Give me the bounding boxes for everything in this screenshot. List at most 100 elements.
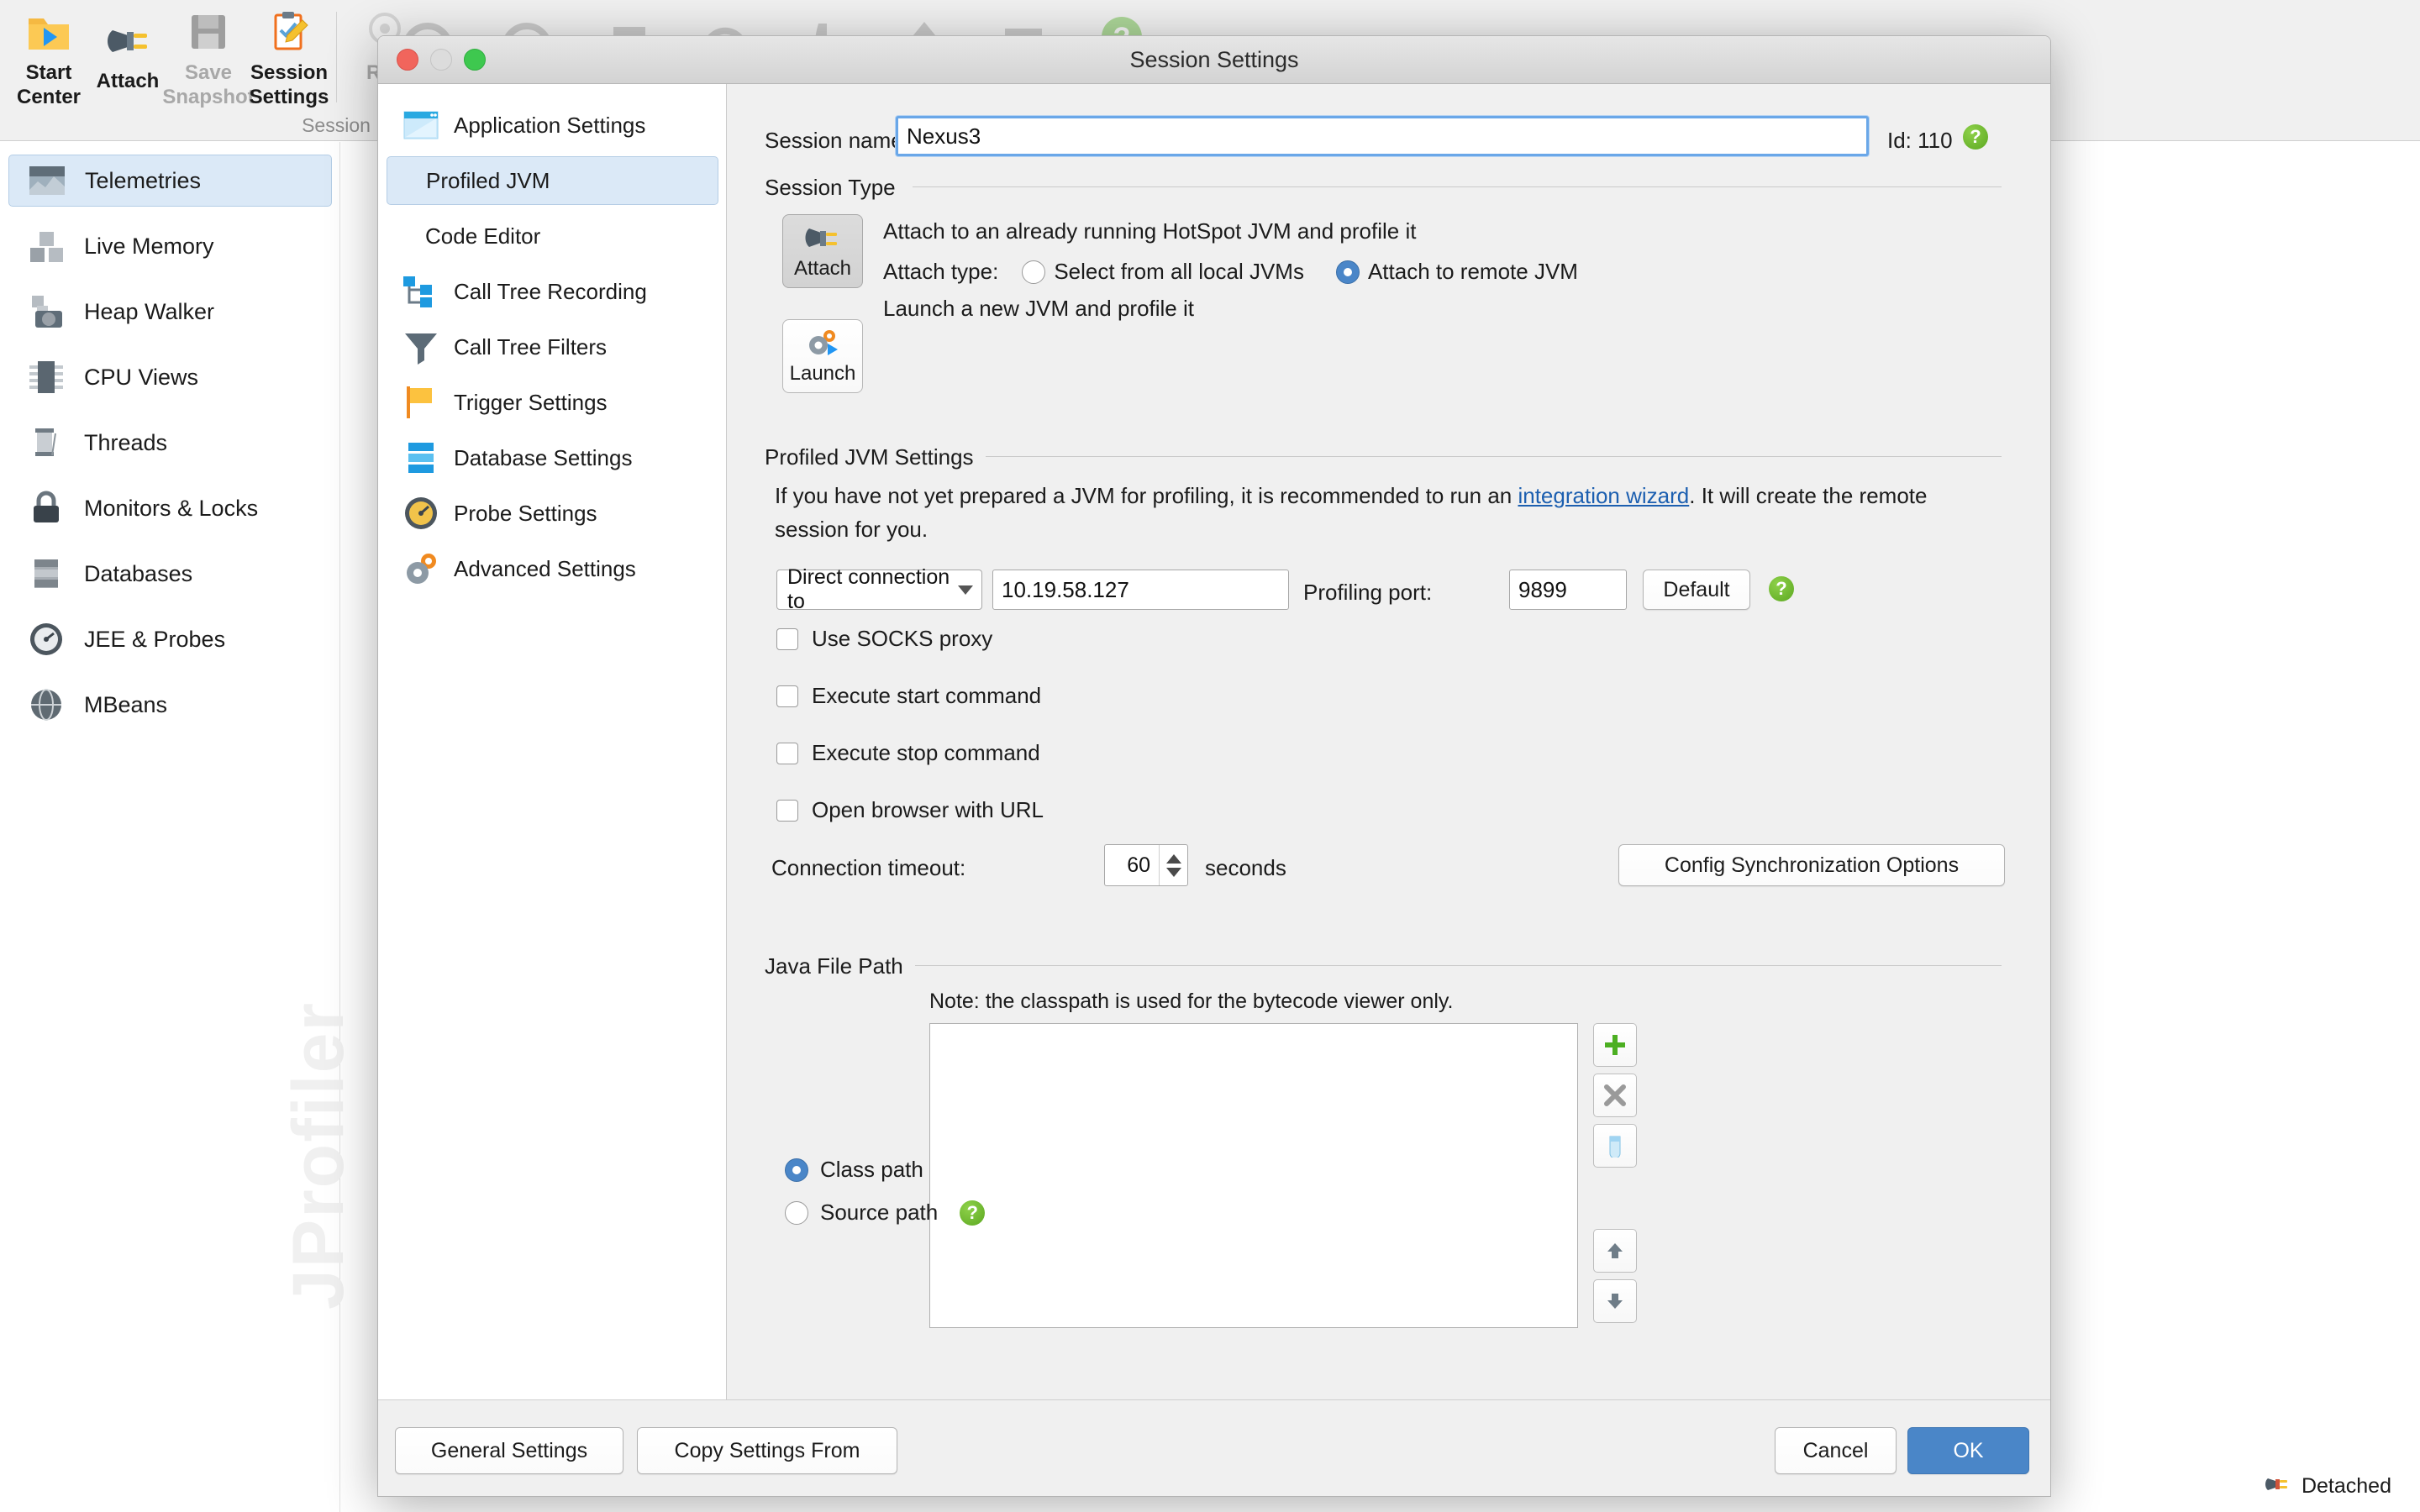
connection-help-icon[interactable]: ? [1769, 576, 1794, 601]
category-advanced-settings[interactable]: Advanced Settings [387, 544, 718, 593]
category-database-settings[interactable]: Database Settings [387, 433, 718, 482]
radio-local-jvms[interactable] [1022, 260, 1046, 284]
move-up-button[interactable] [1593, 1229, 1637, 1273]
category-label: Call Tree Filters [454, 333, 608, 360]
settings-category-list: Application Settings Profiled JVM Code E… [378, 84, 727, 1449]
dialog-titlebar[interactable]: Session Settings [378, 36, 2050, 84]
launch-button-label: Launch [789, 362, 856, 385]
checkbox-box[interactable] [776, 685, 798, 707]
sidebar-item-label: Heap Walker [84, 298, 215, 324]
source-path-help-icon[interactable]: ? [960, 1200, 986, 1226]
classpath-note: Note: the classpath is used for the byte… [929, 990, 1454, 1013]
toolbar-attach[interactable]: Attach [87, 17, 168, 93]
integration-note-part1: If you have not yet prepared a JVM for p… [775, 483, 1518, 508]
launch-session-type-button[interactable]: Launch [782, 319, 863, 393]
checkbox-open-browser-with-url[interactable]: Open browser with URL [776, 797, 1044, 823]
toolbar-start-center[interactable]: Start Center [8, 8, 89, 109]
attach-session-type-button[interactable]: Attach [782, 214, 863, 288]
folder-play-icon [25, 8, 72, 55]
plug-icon [104, 17, 151, 64]
session-name-input[interactable]: Nexus3 [896, 116, 1869, 156]
checkbox-execute-stop-command[interactable]: Execute stop command [776, 740, 1040, 766]
funnel-icon [402, 328, 440, 366]
sidebar-item-live-memory[interactable]: Live Memory [8, 220, 332, 272]
port-default-button[interactable]: Default [1643, 570, 1750, 610]
radio-button[interactable] [785, 1200, 808, 1225]
session-name-help-icon[interactable]: ? [1963, 124, 1988, 150]
config-synchronization-options-button[interactable]: Config Synchronization Options [1618, 844, 2005, 886]
sidebar-item-jee-probes[interactable]: JEE & Probes [8, 613, 332, 665]
cancel-button[interactable]: Cancel [1775, 1427, 1897, 1474]
profiled-jvm-group-title: Profiled JVM Settings [765, 444, 986, 470]
sidebar-item-telemetries[interactable]: Telemetries [8, 155, 332, 207]
close-button[interactable] [397, 49, 418, 71]
connection-type-select[interactable]: Direct connection to [776, 565, 982, 613]
copy-settings-from-button[interactable]: Copy Settings From [637, 1427, 897, 1474]
category-application-settings[interactable]: Application Settings [387, 101, 718, 150]
attach-type-option-local[interactable]: Select from all local JVMs [1022, 259, 1304, 285]
add-jar-button[interactable] [1593, 1124, 1637, 1168]
attach-button-label: Attach [793, 257, 852, 280]
category-profiled-jvm[interactable]: Profiled JVM [387, 156, 718, 205]
sidebar-item-mbeans[interactable]: MBeans [8, 679, 332, 731]
attach-type-option-remote[interactable]: Attach to remote JVM [1335, 259, 1578, 285]
session-settings-dialog: Session Settings Application Settings Pr… [377, 35, 2051, 1497]
checkbox-box[interactable] [776, 799, 798, 822]
toolbar-session-settings[interactable]: Session Settings [249, 8, 329, 109]
radio-button[interactable] [785, 1158, 808, 1182]
spinner-arrows[interactable] [1159, 845, 1187, 885]
toolbar-label: Save Snapshot [162, 61, 255, 108]
category-label: Advanced Settings [454, 555, 636, 581]
radio-class-path[interactable]: Class path [785, 1157, 923, 1183]
jar-icon [1609, 1136, 1621, 1158]
host-input[interactable]: 10.19.58.127 [992, 570, 1289, 610]
category-probe-settings[interactable]: Probe Settings [387, 489, 718, 538]
main-sidebar: Telemetries Live Memory Heap Walker CPU … [0, 142, 359, 1512]
toolbar-label: Start Center [16, 61, 82, 108]
checkbox-execute-start-command[interactable]: Execute start command [776, 683, 1041, 709]
chevron-down-icon [958, 585, 973, 595]
general-settings-button[interactable]: General Settings [395, 1427, 623, 1474]
sidebar-item-cpu-views[interactable]: CPU Views [8, 351, 332, 403]
category-trigger-settings[interactable]: Trigger Settings [387, 378, 718, 427]
timeout-value: 60 [1127, 853, 1150, 877]
category-call-tree-filters[interactable]: Call Tree Filters [387, 323, 718, 371]
remove-x-icon [1604, 1084, 1626, 1106]
integration-wizard-link[interactable]: integration wizard [1518, 483, 1689, 508]
move-down-button[interactable] [1593, 1279, 1637, 1323]
minimize-button[interactable] [430, 49, 452, 71]
checkbox-label: Execute stop command [812, 740, 1040, 765]
sidebar-item-threads[interactable]: Threads [8, 417, 332, 469]
toolbar-label: Session Settings [249, 61, 329, 108]
ok-button[interactable]: OK [1907, 1427, 2029, 1474]
radio-label: Attach to remote JVM [1367, 259, 1578, 284]
arrow-down-icon[interactable] [1165, 867, 1181, 877]
session-id-label: Id: 110 [1887, 128, 1953, 153]
launch-description: Launch a new JVM and profile it [883, 296, 1194, 321]
checkbox-use-socks-proxy[interactable]: Use SOCKS proxy [776, 626, 992, 652]
checkbox-box[interactable] [776, 627, 798, 650]
call-tree-recording-icon [402, 272, 440, 311]
heap-walker-icon [25, 291, 67, 333]
category-label: Database Settings [454, 444, 633, 470]
radio-remote-jvm[interactable] [1335, 260, 1360, 284]
radio-source-path[interactable]: Source path ? [785, 1200, 986, 1226]
status-text: Detached [2301, 1473, 2391, 1498]
java-file-path-list[interactable] [929, 1023, 1578, 1328]
sidebar-item-heap-walker[interactable]: Heap Walker [8, 286, 332, 338]
toolbar-save-snapshot[interactable]: Save Snapshot [162, 8, 255, 109]
sidebar-item-databases[interactable]: Databases [8, 548, 332, 600]
arrow-up-icon[interactable] [1165, 853, 1181, 864]
group-divider [978, 456, 2002, 457]
remove-path-button[interactable] [1593, 1074, 1637, 1117]
add-path-button[interactable] [1593, 1023, 1637, 1067]
sidebar-item-monitors-locks[interactable]: Monitors & Locks [8, 482, 332, 534]
category-call-tree-recording[interactable]: Call Tree Recording [387, 267, 718, 316]
maximize-button[interactable] [464, 49, 486, 71]
connection-timeout-spinner[interactable]: 60 [1104, 844, 1188, 886]
dialog-footer: General Settings Copy Settings From Canc… [378, 1399, 2050, 1496]
profiling-port-input[interactable]: 9899 [1509, 570, 1627, 610]
category-label: Trigger Settings [454, 389, 608, 415]
checkbox-box[interactable] [776, 742, 798, 764]
category-code-editor[interactable]: Code Editor [387, 212, 718, 260]
